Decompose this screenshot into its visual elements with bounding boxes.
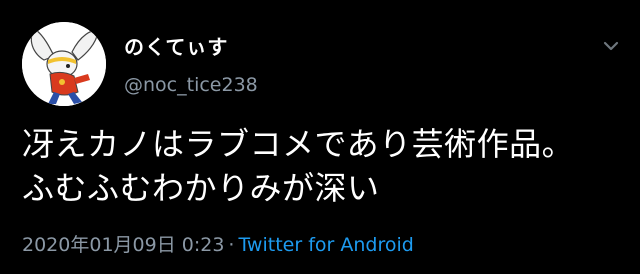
chevron-down-icon[interactable]	[600, 38, 622, 54]
user-handle[interactable]: @noc_tice238	[124, 74, 258, 96]
tweet-card: のくてぃす @noc_tice238 冴えカノはラブコメであり芸術作品。ふむふむ…	[0, 0, 640, 274]
display-name[interactable]: のくてぃす	[124, 31, 228, 60]
avatar-character-icon	[22, 22, 106, 106]
source-link[interactable]: Twitter for Android	[238, 234, 413, 256]
tweet-meta: 2020年01月09日 0:23 · Twitter for Android	[22, 230, 414, 257]
timestamp[interactable]: 2020年01月09日 0:23	[22, 234, 224, 256]
avatar[interactable]	[22, 22, 106, 106]
tweet-text: 冴えカノはラブコメであり芸術作品。ふむふむわかりみが深い	[22, 125, 575, 207]
separator-dot: ·	[228, 234, 235, 256]
